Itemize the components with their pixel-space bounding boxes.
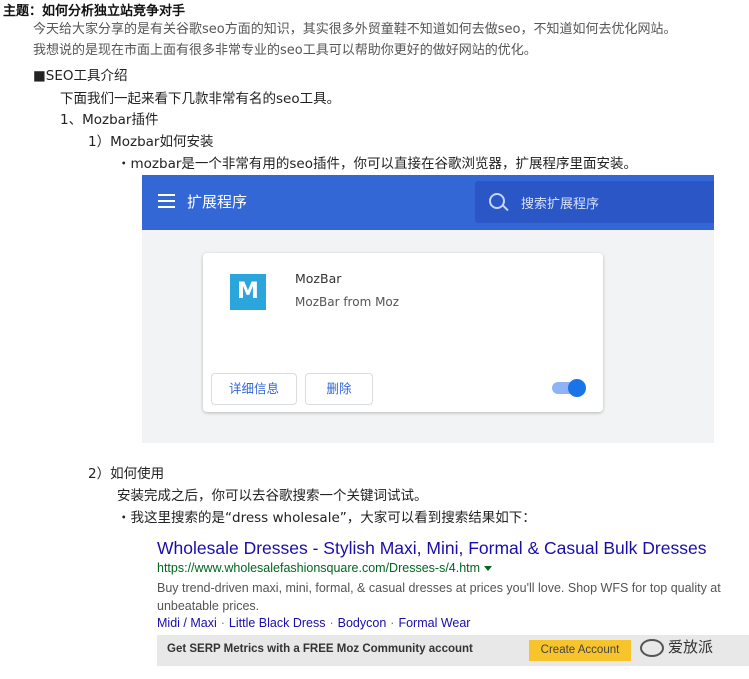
usage-bullet: ・我这里搜索的是“dress wholesale”，大家可以看到搜索结果如下： xyxy=(117,510,536,526)
details-button[interactable]: 详细信息 xyxy=(211,373,297,405)
mozbar-logo-icon: M xyxy=(230,274,266,310)
sitelink[interactable]: Midi / Maxi xyxy=(157,616,217,630)
result-url-text: https://www.wholesalefashionsquare.com/D… xyxy=(157,561,481,575)
moz-promo-text: Get SERP Metrics with a FREE Moz Communi… xyxy=(167,643,473,655)
extensions-page-screenshot: 扩展程序 搜索扩展程序 M MozBar MozBar from Moz 详细信… xyxy=(142,175,714,443)
sitelink-separator: · xyxy=(329,616,334,630)
usage-heading: 2）如何使用 xyxy=(88,466,165,482)
search-result-url[interactable]: https://www.wholesalefashionsquare.com/D… xyxy=(157,561,493,575)
extensions-title: 扩展程序 xyxy=(187,193,248,211)
mozbar-plugin-heading: 1、Mozbar插件 xyxy=(60,112,159,128)
intro-line-2: 我想说的是现在市面上面有很多非常专业的seo工具可以帮助你更好的做好网站的优化。 xyxy=(33,43,537,58)
extensions-search-box[interactable]: 搜索扩展程序 xyxy=(475,181,714,223)
toggle-knob xyxy=(568,379,586,397)
url-dropdown-icon[interactable] xyxy=(484,566,493,572)
sitelink-separator: · xyxy=(390,616,395,630)
extension-description: MozBar from Moz xyxy=(295,295,400,309)
intro-line-1: 今天给大家分享的是有关谷歌seo方面的知识，其实很多外贸童鞋不知道如何去做seo… xyxy=(33,22,677,37)
search-result-description-2: unbeatable prices. xyxy=(157,599,260,613)
install-heading: 1）Mozbar如何安装 xyxy=(88,134,214,150)
usage-text: 安装完成之后，你可以去谷歌搜索一个关键词试试。 xyxy=(117,488,428,504)
sitelink[interactable]: Formal Wear xyxy=(398,616,470,630)
sitelink[interactable]: Little Black Dress xyxy=(229,616,326,630)
search-icon xyxy=(489,193,505,209)
extension-name: MozBar xyxy=(295,271,342,286)
sitelink[interactable]: Bodycon xyxy=(338,616,387,630)
create-account-button[interactable]: Create Account xyxy=(529,640,631,661)
install-bullet: ・mozbar是一个非常有用的seo插件，你可以直接在谷歌浏览器，扩展程序里面安… xyxy=(117,156,637,172)
tools-intro: 下面我们一起来看下几款非常有名的seo工具。 xyxy=(60,91,341,107)
remove-button[interactable]: 删除 xyxy=(305,373,373,405)
menu-icon[interactable] xyxy=(158,194,175,208)
extensions-toolbar: 扩展程序 搜索扩展程序 xyxy=(142,175,714,230)
sitelink-separator: · xyxy=(220,616,225,630)
extension-card: M MozBar MozBar from Moz 详细信息 删除 xyxy=(203,253,603,412)
sitelinks: Midi / Maxi · Little Black Dress · Bodycon · F… xyxy=(157,616,470,630)
watermark-text: 爱放派 xyxy=(668,638,714,656)
extensions-search-placeholder: 搜索扩展程序 xyxy=(521,197,600,212)
search-result-title[interactable]: Wholesale Dresses - Stylish Maxi, Mini, … xyxy=(157,538,706,559)
wechat-icon xyxy=(640,638,664,657)
page-title: 主题：如何分析独立站竞争对手 xyxy=(3,4,186,19)
search-result-description-1: Buy trend-driven maxi, mini, formal, & c… xyxy=(157,581,721,595)
enable-toggle[interactable] xyxy=(552,379,586,397)
watermark: 爱放派 xyxy=(640,636,713,657)
section-heading: ■SEO工具介绍 xyxy=(33,68,128,84)
